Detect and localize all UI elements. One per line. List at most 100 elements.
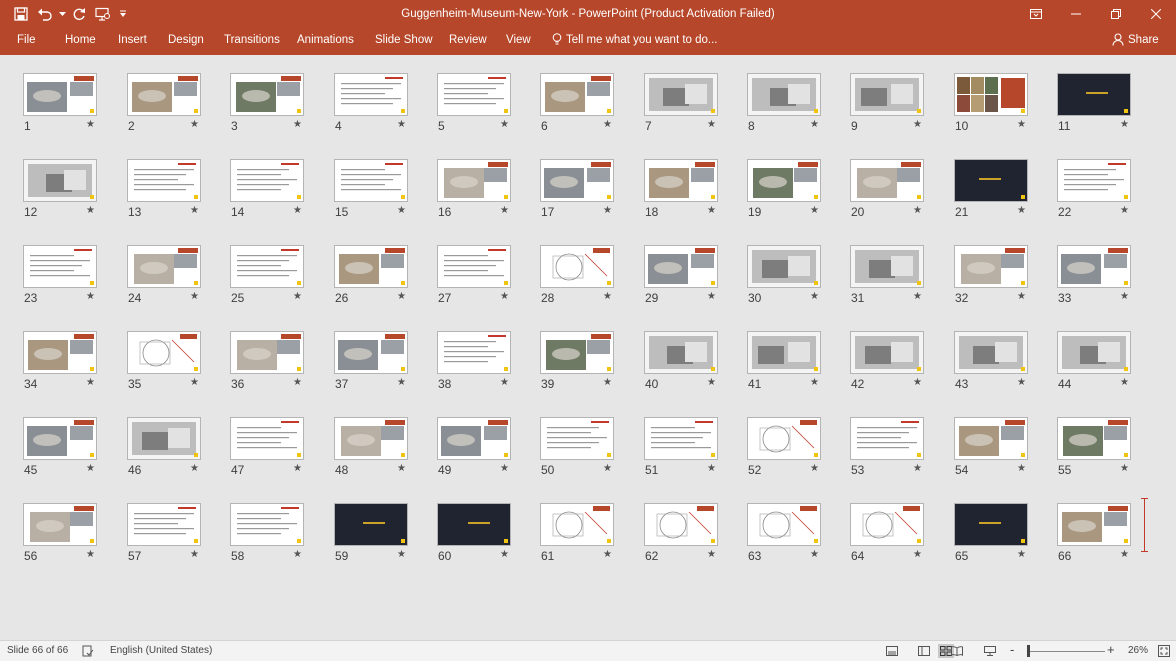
slide-thumbnail[interactable]: 2 ★ bbox=[127, 73, 231, 139]
slide-preview[interactable] bbox=[1057, 417, 1131, 460]
slide-thumbnail[interactable]: 55 ★ bbox=[1057, 417, 1161, 483]
slide-thumbnail[interactable]: 41 ★ bbox=[747, 331, 851, 397]
minimize-icon[interactable] bbox=[1056, 0, 1096, 28]
slide-preview[interactable] bbox=[334, 159, 408, 202]
transition-star-icon[interactable]: ★ bbox=[190, 119, 199, 130]
redo-icon[interactable] bbox=[68, 4, 90, 24]
present-from-start-icon[interactable] bbox=[92, 4, 114, 24]
tab-home[interactable]: Home bbox=[65, 34, 96, 46]
slide-preview[interactable] bbox=[747, 245, 821, 288]
transition-star-icon[interactable]: ★ bbox=[293, 205, 302, 216]
slide-thumbnail[interactable]: 3 ★ bbox=[230, 73, 334, 139]
slide-thumbnail[interactable]: 17 ★ bbox=[540, 159, 644, 225]
slide-thumbnail[interactable]: 39 ★ bbox=[540, 331, 644, 397]
transition-star-icon[interactable]: ★ bbox=[190, 463, 199, 474]
slide-preview[interactable] bbox=[127, 73, 201, 116]
slide-thumbnail[interactable]: 34 ★ bbox=[23, 331, 127, 397]
slide-preview[interactable] bbox=[230, 245, 304, 288]
slide-thumbnail[interactable]: 63 ★ bbox=[747, 503, 851, 569]
slide-thumbnail[interactable]: 65 ★ bbox=[954, 503, 1058, 569]
transition-star-icon[interactable]: ★ bbox=[190, 549, 199, 560]
slide-preview[interactable] bbox=[127, 159, 201, 202]
slide-preview[interactable] bbox=[23, 417, 97, 460]
slide-preview[interactable] bbox=[23, 245, 97, 288]
reading-view-icon[interactable] bbox=[949, 644, 965, 658]
slide-preview[interactable] bbox=[850, 245, 924, 288]
transition-star-icon[interactable]: ★ bbox=[397, 205, 406, 216]
slide-thumbnail[interactable]: 14 ★ bbox=[230, 159, 334, 225]
slide-preview[interactable] bbox=[127, 503, 201, 546]
transition-star-icon[interactable]: ★ bbox=[293, 463, 302, 474]
slide-preview[interactable] bbox=[23, 503, 97, 546]
slide-thumbnail[interactable]: 7 ★ bbox=[644, 73, 748, 139]
tab-view[interactable]: View bbox=[506, 34, 531, 46]
slide-thumbnail[interactable]: 30 ★ bbox=[747, 245, 851, 311]
slide-preview[interactable] bbox=[1057, 159, 1131, 202]
slide-preview[interactable] bbox=[23, 331, 97, 374]
transition-star-icon[interactable]: ★ bbox=[1017, 377, 1026, 388]
transition-star-icon[interactable]: ★ bbox=[603, 119, 612, 130]
transition-star-icon[interactable]: ★ bbox=[86, 119, 95, 130]
zoom-slider-thumb[interactable] bbox=[1026, 645, 1030, 657]
slide-preview[interactable] bbox=[1057, 331, 1131, 374]
transition-star-icon[interactable]: ★ bbox=[293, 291, 302, 302]
slide-preview[interactable] bbox=[850, 331, 924, 374]
transition-star-icon[interactable]: ★ bbox=[500, 377, 509, 388]
zoom-in-button[interactable]: + bbox=[1107, 642, 1115, 657]
tab-design[interactable]: Design bbox=[168, 34, 204, 46]
slide-thumbnail[interactable]: 64 ★ bbox=[850, 503, 954, 569]
tab-file[interactable]: File bbox=[17, 34, 36, 46]
slide-thumbnail[interactable]: 37 ★ bbox=[334, 331, 438, 397]
slide-thumbnail[interactable]: 58 ★ bbox=[230, 503, 334, 569]
close-icon[interactable] bbox=[1136, 0, 1176, 28]
slide-preview[interactable] bbox=[644, 417, 718, 460]
slide-thumbnail[interactable]: 15 ★ bbox=[334, 159, 438, 225]
transition-star-icon[interactable]: ★ bbox=[1120, 205, 1129, 216]
slide-thumbnail[interactable]: 8 ★ bbox=[747, 73, 851, 139]
transition-star-icon[interactable]: ★ bbox=[810, 549, 819, 560]
slide-preview[interactable] bbox=[23, 159, 97, 202]
slide-thumbnail[interactable]: 56 ★ bbox=[23, 503, 127, 569]
slide-thumbnail[interactable]: 38 ★ bbox=[437, 331, 541, 397]
transition-star-icon[interactable]: ★ bbox=[86, 205, 95, 216]
transition-star-icon[interactable]: ★ bbox=[810, 463, 819, 474]
transition-star-icon[interactable]: ★ bbox=[1017, 291, 1026, 302]
slide-preview[interactable] bbox=[747, 73, 821, 116]
slide-thumbnail[interactable]: 50 ★ bbox=[540, 417, 644, 483]
transition-star-icon[interactable]: ★ bbox=[190, 377, 199, 388]
slide-preview[interactable] bbox=[540, 73, 614, 116]
slide-thumbnail[interactable]: 27 ★ bbox=[437, 245, 541, 311]
transition-star-icon[interactable]: ★ bbox=[1120, 377, 1129, 388]
slide-preview[interactable] bbox=[850, 159, 924, 202]
slide-thumbnail[interactable]: 36 ★ bbox=[230, 331, 334, 397]
restore-icon[interactable] bbox=[1096, 0, 1136, 28]
transition-star-icon[interactable]: ★ bbox=[500, 463, 509, 474]
slide-preview[interactable] bbox=[954, 159, 1028, 202]
slide-thumbnail[interactable]: 31 ★ bbox=[850, 245, 954, 311]
tab-slide-show[interactable]: Slide Show bbox=[375, 34, 433, 46]
transition-star-icon[interactable]: ★ bbox=[86, 549, 95, 560]
slide-preview[interactable] bbox=[540, 503, 614, 546]
transition-star-icon[interactable]: ★ bbox=[397, 291, 406, 302]
zoom-level[interactable]: 26% bbox=[1128, 645, 1148, 656]
transition-star-icon[interactable]: ★ bbox=[190, 205, 199, 216]
slide-thumbnail[interactable]: 5 ★ bbox=[437, 73, 541, 139]
transition-star-icon[interactable]: ★ bbox=[500, 291, 509, 302]
slide-preview[interactable] bbox=[230, 331, 304, 374]
slide-thumbnail[interactable]: 60 ★ bbox=[437, 503, 541, 569]
slide-preview[interactable] bbox=[540, 159, 614, 202]
slide-preview[interactable] bbox=[437, 159, 511, 202]
slide-thumbnail[interactable]: 43 ★ bbox=[954, 331, 1058, 397]
transition-star-icon[interactable]: ★ bbox=[1017, 463, 1026, 474]
slide-preview[interactable] bbox=[127, 417, 201, 460]
save-icon[interactable] bbox=[10, 4, 32, 24]
slide-preview[interactable] bbox=[437, 331, 511, 374]
slide-preview[interactable] bbox=[644, 331, 718, 374]
transition-star-icon[interactable]: ★ bbox=[397, 119, 406, 130]
slide-thumbnail[interactable]: 12 ★ bbox=[23, 159, 127, 225]
transition-star-icon[interactable]: ★ bbox=[603, 549, 612, 560]
undo-icon[interactable] bbox=[34, 4, 56, 24]
transition-star-icon[interactable]: ★ bbox=[707, 119, 716, 130]
transition-star-icon[interactable]: ★ bbox=[913, 377, 922, 388]
transition-star-icon[interactable]: ★ bbox=[913, 463, 922, 474]
